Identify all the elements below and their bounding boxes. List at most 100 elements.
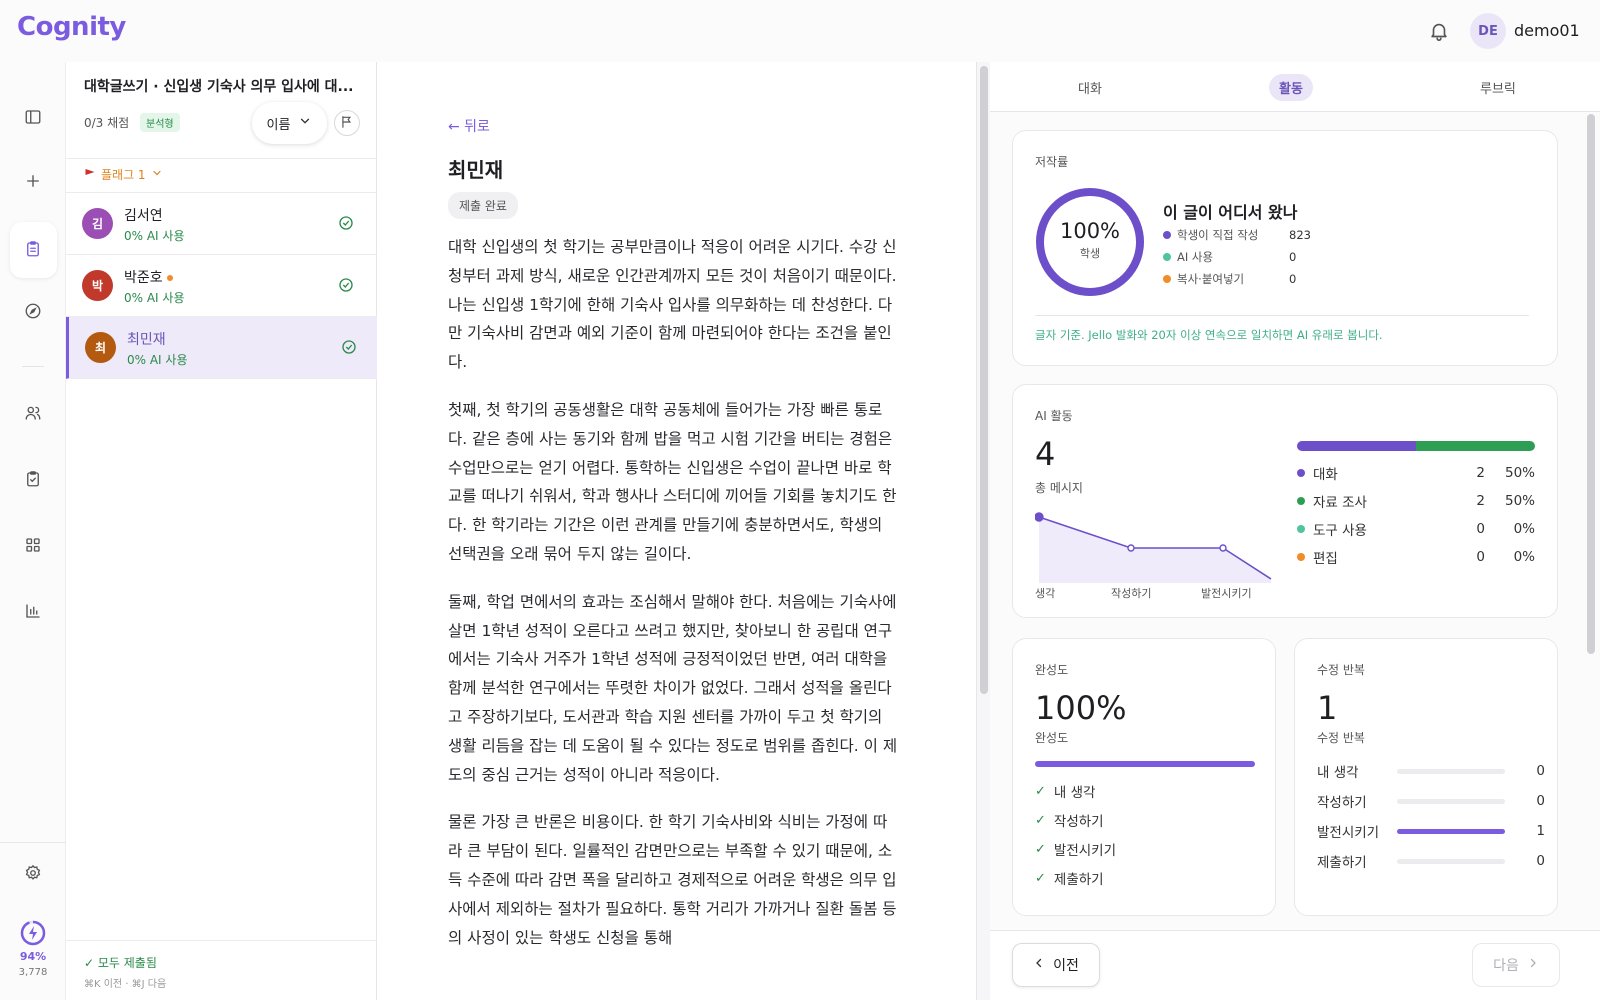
- source-row-paste: 복사·붙여넣기 0: [1163, 271, 1296, 287]
- authorship-percent-label: 학생: [1079, 247, 1101, 260]
- clipboard-check-icon[interactable]: [22, 468, 44, 490]
- revision-count: 0: [1536, 763, 1545, 779]
- flag-icon: [340, 114, 354, 133]
- submitted-check-icon: [338, 277, 354, 293]
- essay-paragraph: 첫째, 첫 학기의 공동생활은 대학 공동체에 들어가는 가장 빠른 통로다. …: [448, 400, 897, 563]
- check-icon: ✓: [1035, 870, 1046, 886]
- legend-percent: 50%: [1504, 493, 1535, 509]
- analysis-scrollbar[interactable]: [1584, 112, 1598, 1000]
- analysis-tabs: 대화 활동 루브릭: [990, 62, 1600, 112]
- activity-legend-row: 대화 2 50%: [1297, 463, 1535, 483]
- source-value: 823: [1289, 228, 1311, 242]
- card-divider: [1035, 315, 1529, 316]
- student-row[interactable]: 김 김서연 0% AI 사용: [66, 193, 377, 255]
- revision-label: 수정 반복: [1317, 663, 1365, 677]
- step-label: 발전시키기: [1053, 843, 1117, 859]
- revision-row: 발전시키기 1: [1317, 821, 1557, 841]
- flag-button[interactable]: [334, 110, 360, 136]
- student-row[interactable]: 최 최민재 0% AI 사용: [66, 317, 377, 379]
- activity-sparkline: [1035, 512, 1272, 583]
- authorship-note: 글자 기준. Jello 발화와 20자 이상 연속으로 일치하면 AI 유래로…: [1035, 328, 1383, 342]
- chevron-left-icon: [1033, 957, 1045, 973]
- rail-bottom-divider: [0, 842, 66, 843]
- all-submitted-status: ✓ 모두 제출됨: [84, 956, 157, 970]
- completion-step: ✓ 내 생각: [1035, 781, 1096, 802]
- list-footer-divider: [66, 940, 377, 941]
- step-label: 내 생각: [1053, 785, 1096, 801]
- flag-filter[interactable]: 플래그 1: [84, 166, 163, 183]
- student-row[interactable]: 박 박준호 0% AI 사용: [66, 255, 377, 317]
- revision-row: 내 생각 0: [1317, 761, 1557, 781]
- user-avatar[interactable]: DE: [1470, 13, 1506, 49]
- app-logo[interactable]: Cognity: [17, 12, 126, 42]
- student-name-text: 박준호: [124, 270, 163, 286]
- essay-paragraph: 대학 신입생의 첫 학기는 공부만큼이나 적응이 어려운 시기다. 수강 신청부…: [448, 238, 897, 372]
- tab-rubric[interactable]: 루브릭: [1470, 74, 1526, 101]
- step-label: 제출하기: [1053, 872, 1104, 888]
- source-value: 0: [1289, 272, 1297, 286]
- student-ai-usage: 0% AI 사용: [124, 229, 185, 243]
- sparkline-point: [1127, 544, 1135, 552]
- grid-icon[interactable]: [22, 534, 44, 556]
- essay-scrollbar[interactable]: [976, 62, 990, 1000]
- flag-dot: [166, 275, 173, 281]
- bar-chart-icon[interactable]: [22, 600, 44, 622]
- next-button[interactable]: 다음: [1472, 943, 1560, 987]
- activity-legend-row: 자료 조사 2 50%: [1297, 491, 1535, 511]
- essay-paragraph: 둘째, 학업 면에서의 효과는 조심해서 말해야 한다. 처음에는 기숙사에 살…: [448, 592, 898, 784]
- sidebar-toggle-icon[interactable]: [22, 106, 44, 128]
- legend-dot: [1297, 497, 1305, 505]
- completion-step: ✓ 발전시키기: [1035, 839, 1117, 860]
- check-icon: ✓: [1035, 783, 1046, 799]
- revision-count: 0: [1536, 793, 1545, 809]
- compass-icon[interactable]: [22, 300, 44, 322]
- student-name-heading: 최민재: [448, 158, 504, 182]
- stage-label: 작성하기: [1111, 587, 1152, 600]
- gear-icon[interactable]: [22, 862, 44, 884]
- lightning-icon[interactable]: [20, 920, 46, 946]
- activity-legend-row: 편집 0 0%: [1297, 547, 1535, 567]
- student-name: 김서연: [124, 205, 163, 225]
- back-link[interactable]: ← 뒤로: [448, 116, 490, 136]
- student-name-text: 김서연: [124, 208, 163, 224]
- essay-scrollbar-thumb[interactable]: [980, 66, 988, 694]
- users-icon[interactable]: [22, 402, 44, 424]
- tab-activity[interactable]: 활동: [1269, 74, 1313, 101]
- student-list-panel: 대학글쓰기 · 신입생 기숙사 의무 입사에 대... 0/3 채점 분석형 이…: [66, 62, 377, 1000]
- tab-conversation[interactable]: 대화: [1068, 74, 1112, 101]
- essay-area: ← 뒤로 최민재 제출 완료 대학 신입생의 첫 학기는 공부만큼이나 적응이 …: [378, 62, 976, 1000]
- activity-share-bar: [1297, 441, 1535, 451]
- previous-button[interactable]: 이전: [1012, 943, 1100, 987]
- clipboard-icon[interactable]: [22, 238, 44, 260]
- revision-card: 수정 반복 1 수정 반복 내 생각 0 작성하기 0 발전시키기 1 제출하기 0: [1294, 638, 1558, 916]
- step-label: 작성하기: [1053, 814, 1104, 830]
- flag-filter-label: 플래그 1: [101, 168, 146, 182]
- completion-label: 완성도: [1035, 663, 1069, 677]
- student-name-text: 최민재: [127, 332, 166, 348]
- revision-total: 1: [1317, 689, 1338, 727]
- essay-body: 대학 신입생의 첫 학기는 공부만큼이나 적응이 어려운 시기다. 수강 신청부…: [448, 233, 900, 971]
- username[interactable]: demo01: [1514, 21, 1580, 40]
- chevron-down-icon: [151, 167, 163, 182]
- plus-icon[interactable]: [22, 170, 44, 192]
- sparkline-point: [1035, 512, 1044, 522]
- rail-divider: [22, 366, 44, 367]
- legend-percent: 50%: [1504, 465, 1535, 481]
- source-name: 학생이 직접 작성: [1177, 228, 1259, 242]
- legend-count: 2: [1476, 465, 1485, 481]
- revision-total-label: 수정 반복: [1317, 731, 1365, 745]
- chevron-down-icon: [298, 114, 312, 132]
- total-messages-label: 총 메시지: [1035, 481, 1083, 495]
- ai-activity-label: AI 활동: [1035, 409, 1073, 423]
- bell-icon[interactable]: [1428, 20, 1450, 42]
- sort-dropdown[interactable]: 이름: [252, 102, 327, 144]
- usage-percent: 94%: [19, 950, 47, 963]
- completion-percent-label: 완성도: [1035, 731, 1069, 745]
- check-icon: ✓: [1035, 812, 1046, 828]
- completion-step: ✓ 작성하기: [1035, 810, 1104, 831]
- authorship-card: 저작률 100% 학생 이 글이 어디서 왔나 학생이 직접 작성 823 AI…: [1012, 130, 1558, 366]
- analysis-scrollbar-thumb[interactable]: [1587, 114, 1595, 654]
- revision-stage: 내 생각: [1317, 765, 1359, 781]
- activity-legend-row: 도구 사용 0 0%: [1297, 519, 1535, 539]
- revision-bar-track: [1397, 798, 1505, 804]
